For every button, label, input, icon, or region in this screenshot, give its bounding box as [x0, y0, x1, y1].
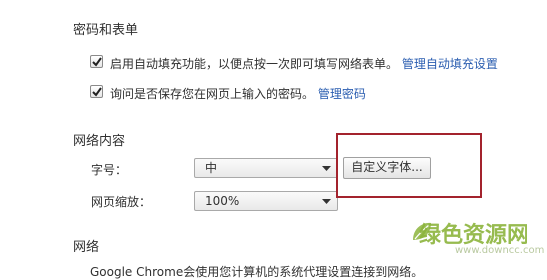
page-zoom-select[interactable]: 100% [194, 191, 338, 211]
manage-autofill-link[interactable]: 管理自动填充设置 [402, 57, 498, 71]
checkmark-icon [92, 57, 102, 67]
watermark-url: www.downcc.com [455, 245, 545, 256]
highlight-box [336, 133, 482, 198]
autofill-label: 启用自动填充功能，以便点按一次即可填写网络表单。 [110, 57, 399, 71]
save-passwords-row: 询问是否保存您在网页上输入的密码。 管理密码 [110, 85, 366, 102]
font-size-value: 中 [205, 161, 218, 175]
manage-passwords-link[interactable]: 管理密码 [318, 87, 366, 101]
font-size-label: 字号： [91, 163, 128, 177]
font-size-select[interactable]: 中 [194, 158, 338, 178]
section-title-network: 网络 [73, 240, 100, 255]
page-zoom-label: 网页缩放： [91, 195, 152, 209]
save-passwords-checkbox[interactable] [90, 85, 103, 98]
page-zoom-value: 100% [205, 194, 240, 208]
network-description: Google Chrome会使用您计算机的系统代理设置连接到网络。 [90, 265, 424, 279]
checkmark-icon [92, 87, 102, 97]
save-passwords-label: 询问是否保存您在网页上输入的密码。 [110, 87, 315, 101]
chevron-down-icon [322, 199, 331, 204]
autofill-row: 启用自动填充功能，以便点按一次即可填写网络表单。 管理自动填充设置 [110, 55, 498, 72]
section-title-web-content: 网络内容 [73, 134, 126, 149]
chevron-down-icon [322, 166, 331, 171]
autofill-checkbox[interactable] [90, 55, 103, 68]
section-title-passwords: 密码和表单 [73, 23, 139, 38]
